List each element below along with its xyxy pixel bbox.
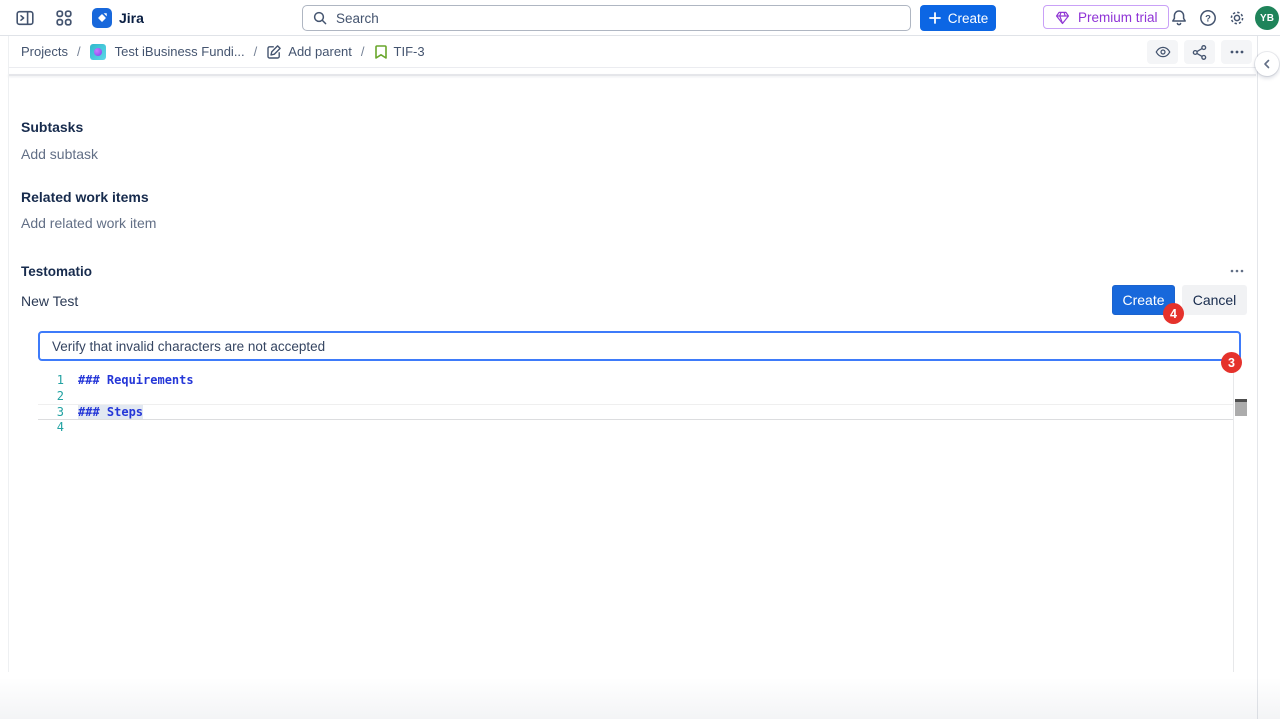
project-avatar-icon — [90, 44, 106, 60]
gear-icon — [1227, 8, 1247, 28]
line-number: 2 — [38, 389, 64, 405]
annotation-badge-4: 4 — [1163, 303, 1184, 324]
search-icon — [312, 10, 328, 26]
breadcrumb: Projects / Test iBusiness Fundi... / Add… — [21, 36, 425, 67]
eye-icon — [1154, 43, 1172, 61]
premium-trial-button[interactable]: Premium trial — [1043, 5, 1169, 29]
share-icon — [1191, 44, 1208, 61]
ellipsis-icon — [1228, 43, 1246, 61]
gem-icon — [1054, 9, 1071, 26]
svg-text:?: ? — [1205, 14, 1211, 25]
settings-button[interactable] — [1225, 6, 1249, 30]
breadcrumb-separator: / — [254, 44, 258, 59]
bottom-fade — [0, 677, 1280, 719]
line-number: 4 — [38, 420, 64, 436]
avatar-initials: YB — [1260, 13, 1274, 24]
ellipsis-icon — [1228, 262, 1246, 280]
app-title: Jira — [119, 10, 144, 26]
editor-scrollbar-thumb[interactable] — [1235, 399, 1247, 416]
add-subtask-button[interactable]: Add subtask — [21, 146, 98, 162]
line-number: 1 — [38, 373, 64, 389]
header-shadow-divider — [8, 74, 1256, 76]
test-cancel-button[interactable]: Cancel — [1182, 285, 1247, 315]
test-body-code-editor[interactable]: 1 ### Requirements 2 3 ### Steps 4 — [38, 369, 1234, 672]
notifications-button[interactable] — [1167, 6, 1191, 30]
app-grid-icon — [55, 9, 73, 27]
testomatio-more-button[interactable] — [1224, 260, 1250, 282]
issue-header-row: Projects / Test iBusiness Fundi... / Add… — [8, 36, 1256, 67]
annotation-badge-3: 3 — [1221, 352, 1242, 373]
search-input[interactable] — [334, 10, 910, 27]
plus-icon — [928, 11, 942, 25]
bell-icon — [1169, 8, 1189, 28]
breadcrumb-project-link[interactable]: Test iBusiness Fundi... — [115, 44, 245, 59]
code-text: ### Requirements — [78, 373, 194, 389]
jira-window: Jira Create — [0, 0, 1280, 719]
add-related-work-item-button[interactable]: Add related work item — [21, 215, 156, 231]
watch-button[interactable] — [1147, 40, 1178, 64]
line-number: 3 — [38, 405, 64, 419]
breadcrumb-projects-link[interactable]: Projects — [21, 44, 68, 59]
add-parent-button[interactable]: Add parent — [266, 44, 352, 60]
sidebar-expand-icon — [15, 8, 35, 28]
jira-logo-icon — [92, 8, 112, 28]
issue-key-button[interactable]: TIF-3 — [374, 44, 425, 60]
question-circle-icon: ? — [1198, 8, 1218, 28]
test-title-input[interactable] — [38, 331, 1241, 361]
edit-icon — [266, 44, 282, 60]
help-button[interactable]: ? — [1196, 6, 1220, 30]
jira-brand[interactable]: Jira — [92, 8, 144, 28]
issue-actions — [1147, 40, 1252, 64]
related-work-items-heading: Related work items — [21, 189, 149, 205]
breadcrumb-separator: / — [361, 44, 365, 59]
testomatio-panel-heading: Testomatio — [21, 264, 92, 279]
code-text-selected: ### Steps — [78, 405, 143, 419]
nav-left-group: Jira — [10, 0, 144, 35]
chevron-left-icon — [1260, 57, 1274, 71]
panel-right-border — [1257, 36, 1258, 719]
subtasks-heading: Subtasks — [21, 119, 83, 135]
global-search[interactable] — [302, 5, 911, 31]
code-line[interactable]: 1 ### Requirements — [38, 373, 1233, 389]
collapse-panel-button[interactable] — [1255, 52, 1279, 76]
premium-trial-label: Premium trial — [1078, 10, 1158, 25]
code-line[interactable]: 2 — [38, 389, 1233, 405]
new-test-label: New Test — [21, 293, 78, 309]
test-bookmark-icon — [374, 44, 388, 60]
global-create-button[interactable]: Create — [920, 5, 996, 31]
sidebar-toggle-button[interactable] — [10, 4, 40, 32]
more-actions-button[interactable] — [1221, 40, 1252, 64]
code-line[interactable]: 4 — [38, 420, 1233, 436]
top-navigation-bar: Jira Create — [0, 0, 1280, 36]
user-avatar[interactable]: YB — [1255, 6, 1279, 30]
breadcrumb-divider — [8, 67, 1256, 68]
app-switcher-button[interactable] — [49, 4, 79, 32]
breadcrumb-separator: / — [77, 44, 81, 59]
code-line-active[interactable]: 3 ### Steps — [38, 404, 1233, 420]
panel-left-border — [8, 36, 9, 672]
add-parent-label: Add parent — [288, 44, 352, 59]
share-button[interactable] — [1184, 40, 1215, 64]
create-button-label: Create — [948, 11, 989, 26]
issue-key-label: TIF-3 — [394, 44, 425, 59]
